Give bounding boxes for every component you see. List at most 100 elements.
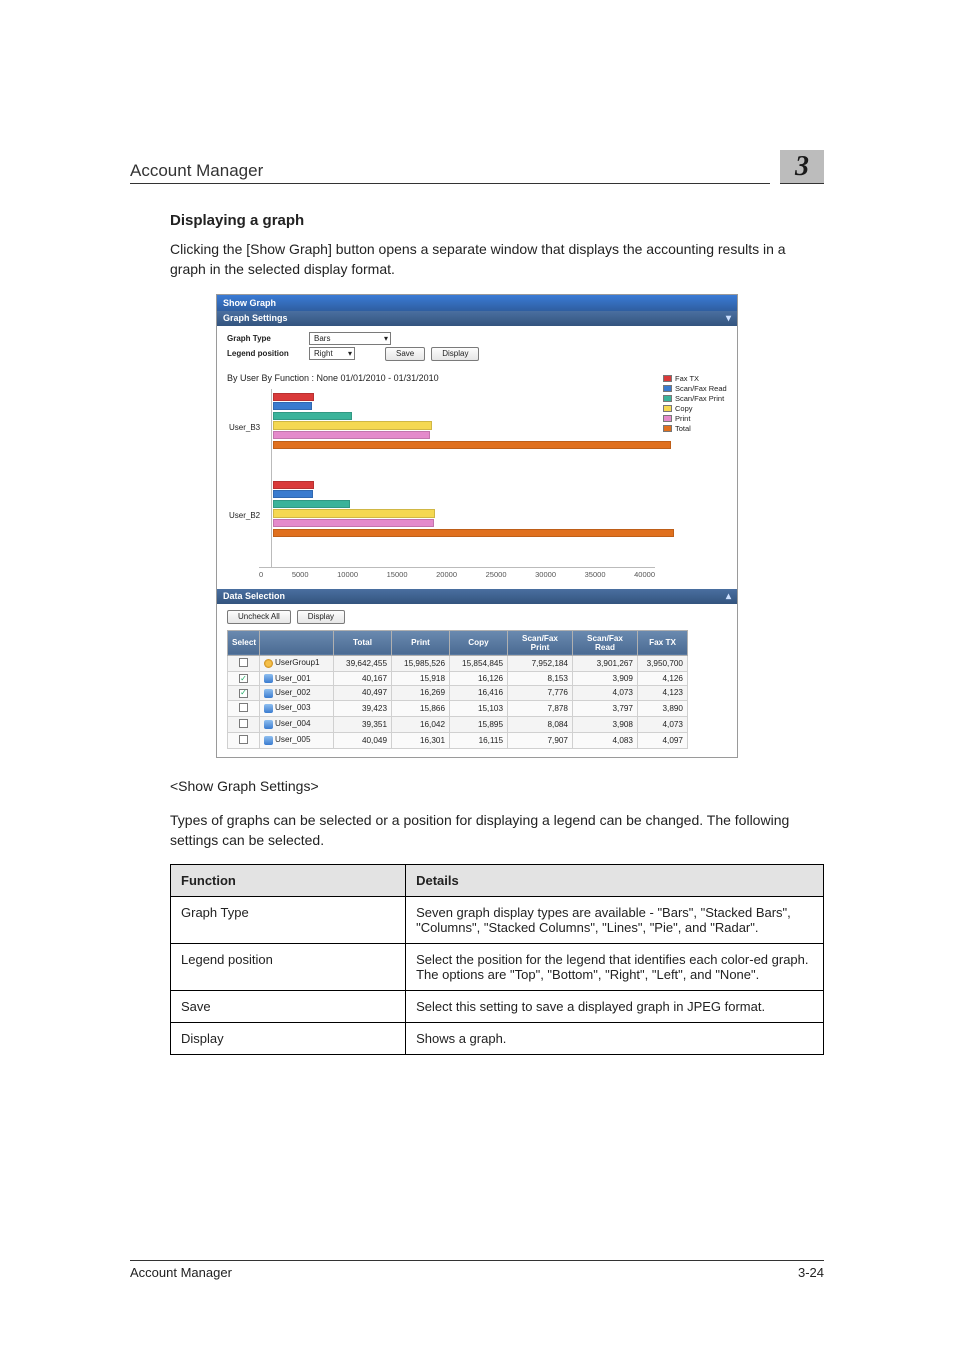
user-icon [264, 704, 273, 713]
table-row: Legend positionSelect the position for t… [171, 944, 824, 991]
cell-value: 16,269 [392, 686, 450, 701]
x-tick-label: 0 [259, 570, 263, 579]
save-button[interactable]: Save [385, 347, 425, 361]
legend-swatch-icon [663, 425, 672, 432]
row-checkbox[interactable] [239, 735, 248, 744]
cell-value: 7,952,184 [508, 655, 573, 671]
legend-swatch-icon [663, 415, 672, 422]
legend-position-select[interactable]: Right▾ [309, 347, 355, 360]
legend-label: Scan/Fax Print [675, 394, 724, 403]
chevron-down-icon: ▾ [348, 349, 352, 358]
cell-value: 16,115 [450, 732, 508, 748]
chart-legend: Fax TXScan/Fax ReadScan/Fax PrintCopyPri… [655, 373, 727, 579]
column-header[interactable]: Fax TX [638, 630, 688, 655]
user-icon [264, 720, 273, 729]
x-tick-label: 30000 [535, 570, 556, 579]
cell-value: 40,049 [334, 732, 392, 748]
legend-item: Fax TX [663, 374, 727, 383]
cell-value: 39,642,455 [334, 655, 392, 671]
cell-value: 16,301 [392, 732, 450, 748]
column-header[interactable]: Copy [450, 630, 508, 655]
cell-value: 3,797 [573, 700, 638, 716]
cell-function: Legend position [171, 944, 406, 991]
col-details: Details [406, 865, 824, 897]
column-header[interactable]: Scan/Fax Print [508, 630, 573, 655]
uncheck-all-button[interactable]: Uncheck All [227, 610, 291, 624]
legend-item: Copy [663, 404, 727, 413]
column-header[interactable]: Print [392, 630, 450, 655]
cell-value: 16,126 [450, 671, 508, 686]
column-header[interactable]: Select [228, 630, 260, 655]
cell-value: 8,084 [508, 716, 573, 732]
bar [273, 412, 352, 420]
table-row: ✓User_00240,49716,26916,4167,7764,0734,1… [228, 686, 688, 701]
cell-value: 4,083 [573, 732, 638, 748]
cell-value: 3,901,267 [573, 655, 638, 671]
running-head-title: Account Manager [130, 161, 770, 184]
cell-value: 40,497 [334, 686, 392, 701]
show-graph-window: Show Graph Graph Settings ▾ Graph Type B… [216, 294, 738, 758]
row-checkbox[interactable] [239, 703, 248, 712]
row-name: User_002 [275, 688, 311, 697]
cell-details: Select this setting to save a displayed … [406, 991, 824, 1023]
cell-value: 4,123 [638, 686, 688, 701]
cell-value: 39,351 [334, 716, 392, 732]
graph-settings-table: Function Details Graph TypeSeven graph d… [170, 864, 824, 1055]
table-row: Graph TypeSeven graph display types are … [171, 897, 824, 944]
legend-swatch-icon [663, 395, 672, 402]
column-header[interactable]: Scan/Fax Read [573, 630, 638, 655]
table-row: ✓User_00140,16715,91816,1268,1533,9094,1… [228, 671, 688, 686]
chart-title: By User By Function : None 01/01/2010 - … [227, 373, 655, 383]
settings-subheading: <Show Graph Settings> [170, 776, 824, 796]
cell-function: Graph Type [171, 897, 406, 944]
row-name: User_004 [275, 719, 311, 728]
user-icon [264, 736, 273, 745]
cell-value: 7,776 [508, 686, 573, 701]
page-footer: Account Manager 3-24 [130, 1260, 824, 1280]
bar [273, 481, 314, 489]
x-tick-label: 5000 [292, 570, 309, 579]
row-checkbox[interactable] [239, 719, 248, 728]
window-titlebar: Show Graph [217, 295, 737, 311]
display-button[interactable]: Display [297, 610, 345, 624]
column-header[interactable] [260, 630, 334, 655]
legend-swatch-icon [663, 385, 672, 392]
cell-function: Display [171, 1023, 406, 1055]
section-intro: Clicking the [Show Graph] button opens a… [170, 239, 824, 280]
legend-item: Print [663, 414, 727, 423]
graph-settings-panel-head[interactable]: Graph Settings ▾ [217, 311, 737, 326]
group-icon [264, 659, 273, 668]
cell-function: Save [171, 991, 406, 1023]
display-button[interactable]: Display [431, 347, 479, 361]
data-selection-panel-head[interactable]: Data Selection ▴ [217, 589, 737, 604]
cell-value: 7,878 [508, 700, 573, 716]
table-row: UserGroup139,642,45515,985,52615,854,845… [228, 655, 688, 671]
x-tick-label: 10000 [337, 570, 358, 579]
cell-value: 15,103 [450, 700, 508, 716]
row-checkbox[interactable]: ✓ [239, 689, 248, 698]
graph-settings-heading: Graph Settings [223, 313, 288, 323]
row-name: User_003 [275, 703, 311, 712]
cell-value: 8,153 [508, 671, 573, 686]
legend-swatch-icon [663, 375, 672, 382]
graph-type-label: Graph Type [227, 334, 303, 343]
cell-value: 3,950,700 [638, 655, 688, 671]
bar [273, 431, 430, 439]
legend-label: Copy [675, 404, 693, 413]
footer-left: Account Manager [130, 1265, 232, 1280]
user-icon [264, 689, 273, 698]
legend-label: Print [675, 414, 690, 423]
legend-label: Fax TX [675, 374, 699, 383]
x-tick-label: 35000 [585, 570, 606, 579]
cell-value: 15,895 [450, 716, 508, 732]
legend-position-label: Legend position [227, 349, 303, 358]
bar [273, 490, 313, 498]
legend-swatch-icon [663, 405, 672, 412]
graph-type-select[interactable]: Bars▾ [309, 332, 391, 345]
running-head: Account Manager 3 [130, 150, 824, 184]
cell-value: 4,073 [638, 716, 688, 732]
row-name: UserGroup1 [275, 658, 320, 667]
row-checkbox[interactable] [239, 658, 248, 667]
row-checkbox[interactable]: ✓ [239, 674, 248, 683]
column-header[interactable]: Total [334, 630, 392, 655]
